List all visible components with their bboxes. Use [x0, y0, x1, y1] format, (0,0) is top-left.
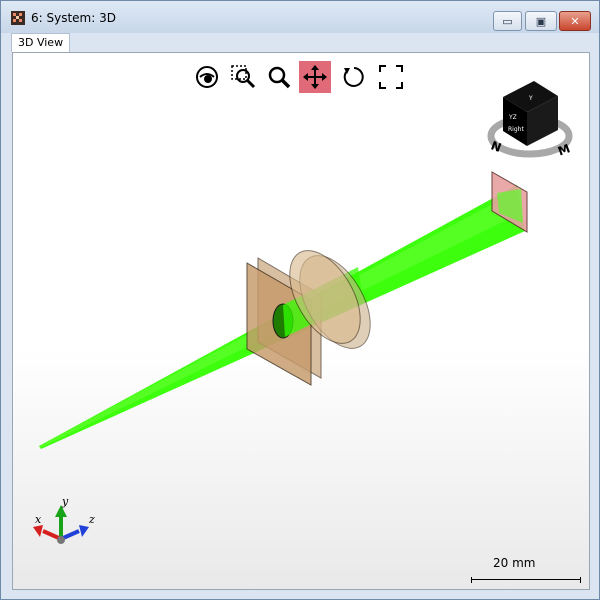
rotate-icon [343, 67, 364, 87]
maximize-icon: ▣ [535, 14, 547, 28]
fit-icon [379, 65, 403, 89]
zoom-icon [268, 66, 291, 89]
tab-3d-view[interactable]: 3D View [11, 33, 71, 52]
minimize-icon: ▭ [502, 14, 513, 28]
pan-button[interactable] [299, 61, 331, 93]
window: 6: System: 3D ▭ ▣ ✕ 3D View Y YZ Right N… [0, 0, 600, 600]
minimize-button[interactable]: ▭ [493, 11, 522, 31]
zoom-button[interactable] [263, 61, 295, 93]
axes-triad [33, 505, 89, 544]
window-title: 6: System: 3D [31, 11, 116, 25]
eye-icon [196, 66, 218, 88]
tab-strip: 3D View [7, 33, 593, 52]
fit-button[interactable] [375, 61, 407, 93]
pan-icon [303, 65, 327, 89]
rotate-button[interactable] [337, 61, 369, 93]
close-icon: ✕ [570, 14, 580, 28]
app-icon [11, 11, 25, 25]
scale-bar-label: 20 mm [493, 556, 536, 570]
cube-label-yz: YZ [508, 114, 517, 121]
maximize-button[interactable]: ▣ [525, 11, 557, 31]
cube-label-right: Right [508, 126, 524, 133]
optical-scene[interactable]: Y YZ Right N M [13, 53, 589, 589]
title-bar[interactable]: 6: System: 3D ▭ ▣ ✕ [1, 1, 599, 33]
axis-label-z: z [89, 513, 95, 526]
eye-button[interactable] [191, 61, 223, 93]
zoom-window-button[interactable] [227, 61, 259, 93]
view-cube[interactable]: Y YZ Right N M [487, 81, 573, 159]
close-button[interactable]: ✕ [559, 11, 591, 31]
cube-label-y: Y [528, 95, 533, 102]
view-toolbar [191, 61, 411, 95]
zoom-window-icon [231, 65, 256, 89]
axis-label-x: x [35, 513, 42, 526]
scale-bar [471, 577, 581, 583]
axis-label-y: y [62, 495, 69, 508]
3d-viewport[interactable]: Y YZ Right N M y x z 20 mm [12, 52, 590, 590]
